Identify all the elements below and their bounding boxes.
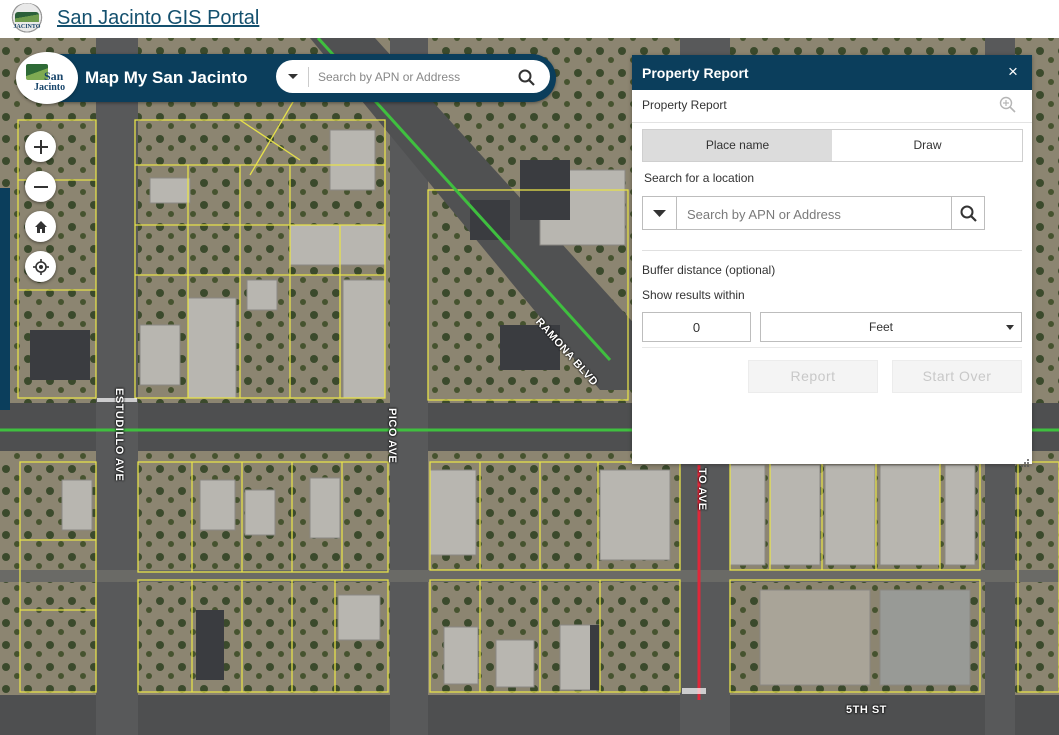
close-button[interactable]: × [1004, 63, 1022, 81]
road-label-san-jacinto: TO AVE [696, 468, 708, 511]
panel-header: Property Report × [632, 55, 1032, 90]
resize-grip-icon [1021, 459, 1029, 467]
caret-down-icon [1006, 325, 1014, 330]
portal-header: JACINTO San Jacinto GIS Portal [0, 0, 1059, 38]
buffer-distance-label: Buffer distance (optional) [642, 263, 776, 277]
panel-title: Property Report [642, 65, 749, 81]
search-mode-tabs: Place name Draw [642, 129, 1023, 162]
header-search-box [276, 60, 550, 93]
show-results-label: Show results within [642, 288, 745, 302]
property-report-panel: Property Report × Property Report Place … [632, 55, 1032, 464]
road-label-estudillo: ESTUDILLO AVE [113, 388, 125, 482]
logo-text: JACINTO [13, 24, 41, 30]
home-icon [34, 220, 47, 233]
zoom-magnifier-icon [999, 96, 1016, 113]
search-icon [960, 205, 977, 222]
search-location-label: Search for a location [644, 171, 755, 185]
panel-resize-handle[interactable] [1020, 455, 1030, 467]
header-search-input[interactable] [316, 64, 510, 90]
panel-subtitle: Property Report [642, 98, 727, 112]
buffer-unit-value: Feet [868, 320, 893, 334]
caret-down-icon [288, 74, 298, 79]
tab-place-name[interactable]: Place name [643, 130, 832, 161]
locate-icon [32, 258, 49, 275]
start-over-button[interactable]: Start Over [892, 360, 1022, 393]
close-icon: × [1008, 62, 1018, 81]
plus-icon [33, 139, 48, 154]
search-source-dropdown[interactable] [284, 69, 302, 83]
zoom-to-button[interactable] [998, 95, 1018, 115]
location-search-button[interactable] [951, 197, 985, 229]
road-label-pico: PICO AVE [386, 408, 398, 464]
report-button[interactable]: Report [748, 360, 878, 393]
home-button[interactable] [25, 211, 56, 242]
locate-button[interactable] [25, 251, 56, 282]
zoom-out-button[interactable] [25, 171, 56, 202]
search-icon [518, 69, 535, 86]
app-logo-text-2: Jacinto [34, 82, 66, 93]
tab-draw[interactable]: Draw [833, 130, 1022, 161]
location-search-input[interactable] [685, 201, 949, 227]
portal-title-link[interactable]: San Jacinto GIS Portal [57, 7, 259, 30]
location-search-box [642, 196, 985, 230]
minus-icon [33, 185, 48, 188]
road-label-fifth: 5TH ST [846, 704, 887, 716]
location-source-dropdown[interactable] [643, 197, 677, 229]
left-panel-handle[interactable] [0, 188, 10, 410]
zoom-in-button[interactable] [25, 131, 56, 162]
city-seal-icon: JACINTO [9, 3, 45, 35]
header-search-button[interactable] [514, 65, 540, 89]
buffer-unit-select[interactable]: Feet [760, 312, 1022, 342]
app-logo: San Jacinto [16, 52, 78, 104]
caret-down-icon [653, 210, 666, 217]
buffer-distance-input[interactable] [642, 312, 751, 342]
app-title: Map My San Jacinto [85, 68, 248, 87]
